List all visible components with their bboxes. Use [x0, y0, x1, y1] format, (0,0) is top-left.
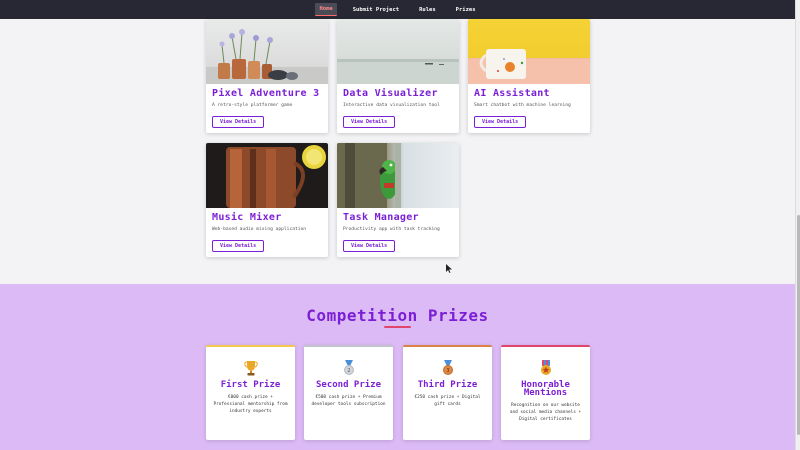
project-description: Interactive data visualization tool: [343, 103, 440, 108]
prize-card: 2 Second Prize €500 cash prize + Premium…: [304, 345, 393, 440]
star-medal-icon: [539, 360, 553, 376]
project-description: A retro-style platformer game: [212, 103, 293, 108]
prize-card: First Prize €000 cash prize + Profession…: [206, 345, 295, 440]
prizes-section: Competition Prizes First Prize €000 cash…: [0, 284, 795, 450]
view-details-button[interactable]: View Details: [474, 116, 527, 128]
medal-number: 3: [446, 368, 449, 374]
title-underline: [384, 326, 411, 328]
parrot-photo: [337, 143, 459, 208]
prize-description: €250 cash prize + Digital gift cards: [414, 395, 481, 407]
prize-description: €000 cash prize + Professional mentorshi…: [213, 395, 288, 414]
project-description: Productivity app with task tracking: [343, 227, 440, 232]
view-details-button[interactable]: View Details: [212, 116, 265, 128]
mug-photo: [468, 19, 590, 84]
view-details-button[interactable]: View Details: [343, 240, 396, 252]
projects-section: Pixel Adventure 3 A retro-style platform…: [0, 0, 795, 283]
bronze-medal-icon: 3: [441, 360, 455, 376]
project-title: Task Manager: [343, 212, 419, 223]
project-card: Music Mixer Web-based audio mixing appli…: [206, 143, 328, 257]
trophy-icon: [243, 360, 258, 376]
view-details-button[interactable]: View Details: [343, 116, 396, 128]
prize-description: Recognition on our website and social me…: [509, 403, 582, 422]
project-title: AI Assistant: [474, 88, 550, 99]
project-description: Web-based audio mixing application: [212, 227, 307, 232]
prize-title: Second Prize: [315, 380, 382, 390]
project-description: Smart chatbot with machine learning: [474, 103, 571, 108]
prize-title: First Prize: [220, 380, 281, 390]
mouse-cursor-icon: [446, 264, 452, 273]
project-title: Music Mixer: [212, 212, 282, 223]
project-card: Pixel Adventure 3 A retro-style platform…: [206, 19, 328, 133]
view-details-button[interactable]: View Details: [212, 240, 265, 252]
prize-description: €500 cash prize + Premium developer tool…: [311, 395, 386, 407]
section-title: Competition Prizes: [306, 306, 489, 325]
project-card: Data Visualizer Interactive data visuali…: [337, 19, 459, 133]
project-card: Task Manager Productivity app with task …: [337, 143, 459, 257]
foggy-lake-photo: [337, 19, 459, 84]
potted-flowers-photo: [206, 19, 328, 84]
prize-card: 3 Third Prize €250 cash prize + Digital …: [403, 345, 492, 440]
project-title: Data Visualizer: [343, 88, 438, 99]
project-card: AI Assistant Smart chatbot with machine …: [468, 19, 590, 133]
prize-card: Honorable Mentions Recognition on our we…: [501, 345, 590, 440]
silver-medal-icon: 2: [342, 360, 356, 376]
prize-title: Third Prize: [417, 380, 478, 390]
prize-title: Honorable Mentions: [521, 380, 570, 398]
medal-number: 2: [347, 368, 350, 374]
copper-mug-drink-photo: [206, 143, 328, 208]
page-scrollbar[interactable]: [795, 0, 800, 450]
project-title: Pixel Adventure 3: [212, 88, 320, 99]
